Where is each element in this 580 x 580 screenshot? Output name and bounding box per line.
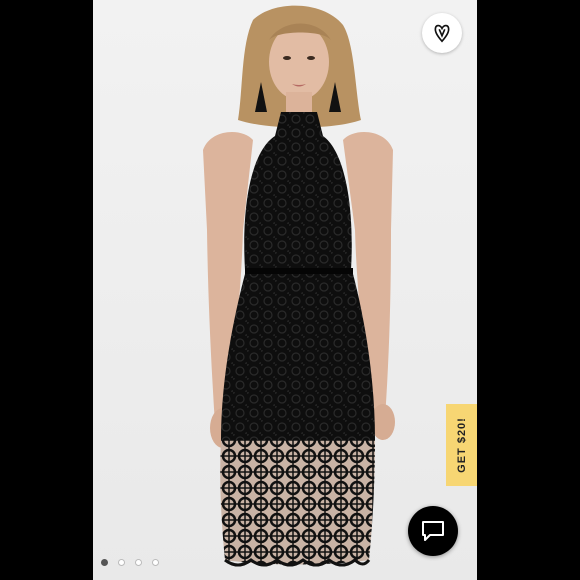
- promo-tab-button[interactable]: GET $20!: [446, 404, 477, 486]
- carousel-dot-3[interactable]: [135, 558, 142, 566]
- carousel-dot-4[interactable]: [152, 558, 159, 566]
- product-photo: [203, 5, 395, 567]
- chat-bubble-icon: [422, 521, 444, 541]
- heart-v-logo-icon: [434, 24, 450, 43]
- brand-logo-badge[interactable]: [422, 13, 462, 53]
- carousel-indicators: [101, 557, 159, 567]
- promo-tab-label: GET $20!: [455, 417, 468, 473]
- carousel-dot-1[interactable]: [101, 558, 108, 566]
- carousel-dot-2[interactable]: [118, 558, 125, 566]
- product-image-frame: GET $20!: [93, 0, 477, 580]
- chat-button[interactable]: [408, 506, 458, 556]
